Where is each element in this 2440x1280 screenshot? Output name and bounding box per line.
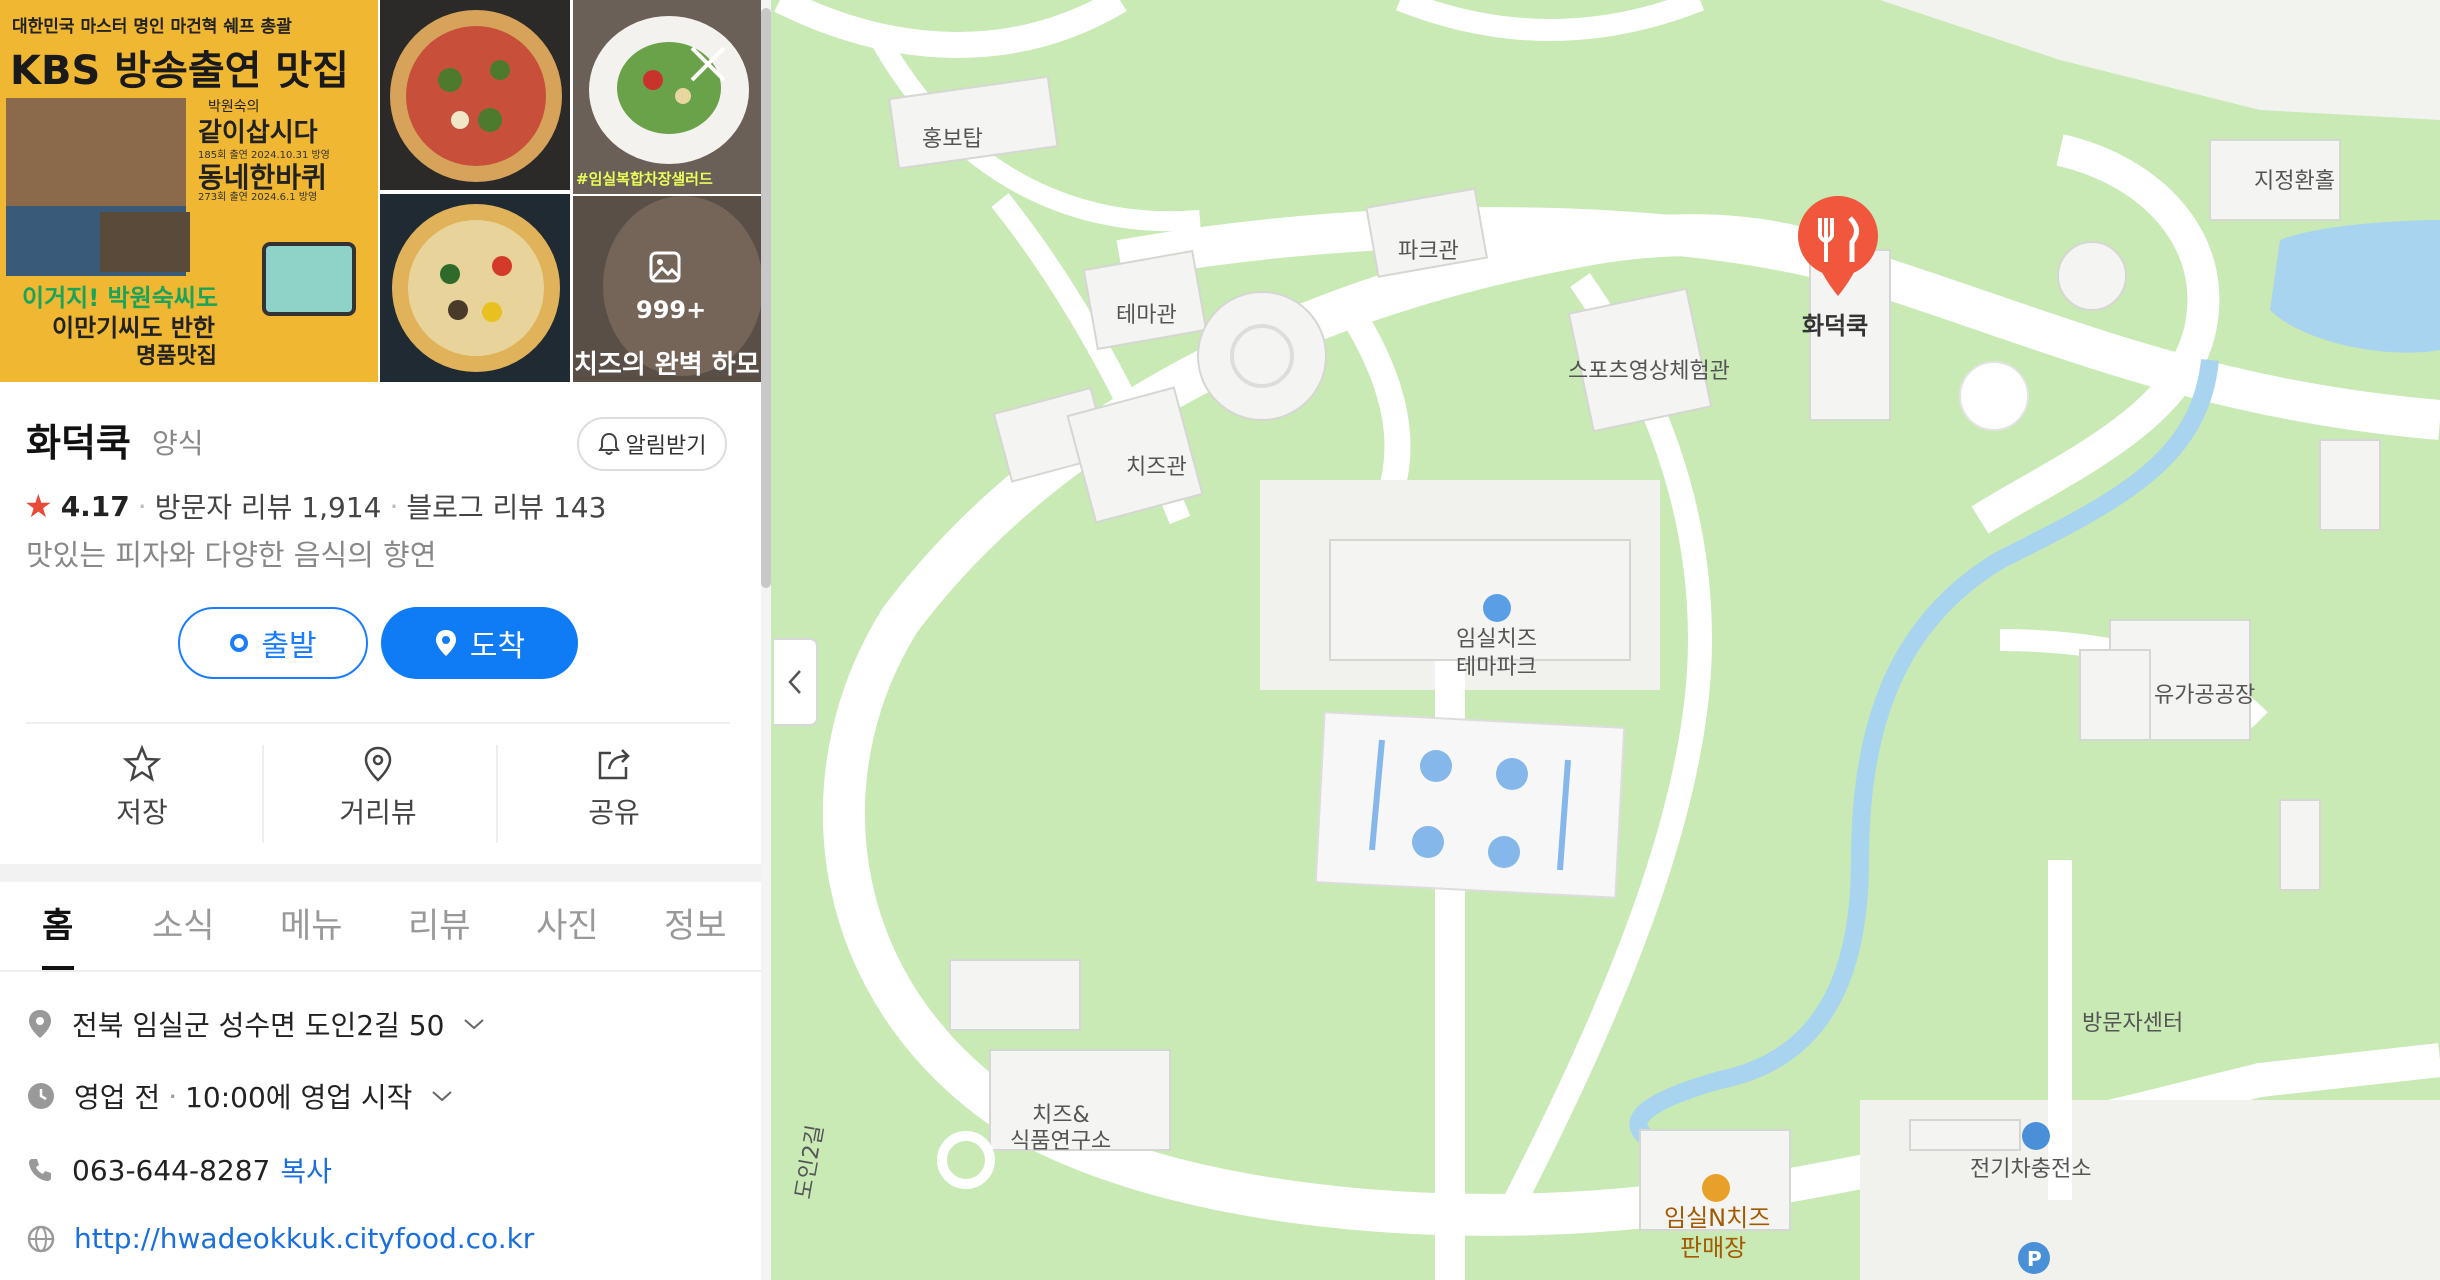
divider — [262, 745, 264, 843]
more-photos-count: 999+ — [636, 296, 707, 324]
alarm-label: 알림받기 — [625, 434, 707, 459]
map-label-promo-tower: 홍보탑 — [922, 127, 983, 152]
photo-salad[interactable] — [573, 0, 763, 194]
place-detail-panel: 대한민국 마스터 명인 마건혁 쉐프 총괄 KBS 방송출연 맛집 박원숙의 같… — [0, 0, 763, 1280]
location-pin-icon — [435, 630, 456, 656]
phone-row: 063-644-8287 복사 — [26, 1150, 332, 1190]
shop-poi-icon[interactable] — [1702, 1174, 1730, 1202]
map-label-restaurant: 화덕쿡 — [1802, 312, 1868, 340]
map-label-visitor-center: 방문자센터 — [2082, 1011, 2183, 1036]
share-icon — [598, 749, 630, 780]
panel-scrollbar-thumb[interactable] — [761, 8, 771, 588]
tab-home[interactable]: 홈 — [42, 898, 73, 947]
start-dot-icon — [230, 634, 249, 652]
clock-icon — [28, 1083, 54, 1109]
place-category: 양식 — [152, 427, 204, 460]
rating-value: 4.17 — [60, 489, 130, 523]
start-route-button[interactable]: 출발 — [178, 607, 368, 679]
share-label: 공유 — [588, 796, 640, 829]
tab-info[interactable]: 정보 — [664, 898, 727, 947]
save-action[interactable]: 저장 — [62, 745, 222, 831]
divider — [496, 745, 498, 843]
share-action[interactable]: 공유 — [534, 745, 694, 831]
tab-reviews[interactable]: 리뷰 — [408, 898, 471, 947]
collapse-panel-button[interactable] — [774, 638, 818, 726]
address-row[interactable]: 전북 임실군 성수면 도인2길 50 — [26, 1004, 486, 1044]
tab-menu[interactable]: 메뉴 — [280, 898, 343, 947]
start-route-label: 출발 — [261, 629, 317, 664]
hours-row[interactable]: 영업 전 · 10:00에 영업 시작 — [26, 1076, 454, 1116]
copy-phone-button[interactable]: 복사 — [280, 1150, 332, 1190]
image-icon — [649, 251, 681, 283]
map-label-dairy-factory: 유가공공장 — [2154, 683, 2255, 708]
address-text: 전북 임실군 성수면 도인2길 50 — [72, 1009, 445, 1042]
map-label-shop-1: 임실N치즈 — [1664, 1204, 1770, 1232]
map-label-roundabout: 지정환홀 — [2254, 169, 2335, 194]
map-label-theme-park-1: 임실치즈 — [1456, 627, 1537, 652]
phone-number[interactable]: 063-644-8287 — [72, 1154, 270, 1187]
map-label-ev-station: 전기차충전소 — [1970, 1157, 2091, 1182]
star-icon: ★ — [24, 487, 53, 525]
rating-line: ★ 4.17 · 방문자 리뷰 1,914 · 블로그 리뷰 143 — [24, 486, 607, 526]
street-view-action[interactable]: 거리뷰 — [298, 745, 458, 831]
map-label-cheese-hall: 치즈관 — [1126, 455, 1187, 480]
close-icon[interactable] — [680, 36, 736, 92]
bell-icon — [597, 432, 620, 455]
map-label-park-hall: 파크관 — [1398, 239, 1459, 264]
location-outline-icon — [364, 746, 392, 782]
place-description: 맛있는 피자와 다양한 음식의 향연 — [26, 538, 437, 572]
place-name: 화덕쿡 — [26, 421, 131, 465]
website-row: http://hwadeokkuk.cityfood.co.kr — [26, 1222, 534, 1255]
salad-caption: #임실복합차장샐러드 — [576, 170, 713, 188]
phone-icon — [29, 1159, 51, 1181]
cheese-caption: 치즈의 완벽 하모 — [574, 350, 760, 380]
star-outline-icon — [123, 745, 161, 782]
alarm-button[interactable]: 알림받기 — [577, 417, 727, 471]
map-label-lab-1: 치즈& — [1032, 1103, 1090, 1128]
location-pin-icon — [29, 1010, 51, 1038]
chevron-left-icon — [788, 670, 801, 694]
map-label-shop-2: 판매장 — [1680, 1234, 1746, 1262]
chevron-down-icon[interactable] — [462, 1016, 486, 1032]
hours-detail: 10:00에 영업 시작 — [185, 1081, 413, 1114]
arrive-route-label: 도착 — [469, 629, 526, 664]
svg-text:P: P — [2027, 1247, 2042, 1271]
banner-title: KBS 방송출연 맛집 — [10, 48, 349, 94]
theme-park-poi-icon[interactable] — [1483, 594, 1511, 622]
divider — [0, 970, 763, 972]
ev-charger-icon[interactable] — [2022, 1122, 2050, 1150]
banner-show2-date: 273회 출연 2024.6.1 방영 — [198, 192, 318, 203]
map-label-theme-park-2: 테마파크 — [1456, 655, 1537, 680]
visitor-reviews[interactable]: 방문자 리뷰 1,914 — [155, 486, 382, 526]
map-label-sports-hall: 스포츠영상체험관 — [1568, 359, 1730, 384]
chevron-down-icon[interactable] — [430, 1088, 454, 1104]
map-label-theme-hall: 테마관 — [1116, 303, 1177, 328]
street-view-label: 거리뷰 — [339, 796, 417, 829]
website-link[interactable]: http://hwadeokkuk.cityfood.co.kr — [74, 1222, 534, 1255]
tab-news[interactable]: 소식 — [152, 898, 215, 947]
arrive-route-button[interactable]: 도착 — [381, 607, 578, 679]
globe-icon — [27, 1225, 55, 1252]
banner-show1: 같이삽시다 — [198, 118, 318, 148]
photo-pizza-2[interactable] — [380, 194, 570, 382]
banner-slogan-3: 명품맛집 — [136, 344, 217, 369]
section-gap — [0, 864, 763, 882]
divider — [26, 722, 730, 724]
save-label: 저장 — [116, 796, 168, 829]
blog-reviews[interactable]: 블로그 리뷰 143 — [406, 486, 606, 526]
tab-photos[interactable]: 사진 — [536, 898, 599, 947]
hours-status: 영업 전 — [74, 1081, 161, 1114]
map-label-lab-2: 식품연구소 — [1010, 1129, 1111, 1154]
banner-top-text: 대한민국 마스터 명인 마건혁 쉐프 총괄 — [12, 17, 292, 37]
